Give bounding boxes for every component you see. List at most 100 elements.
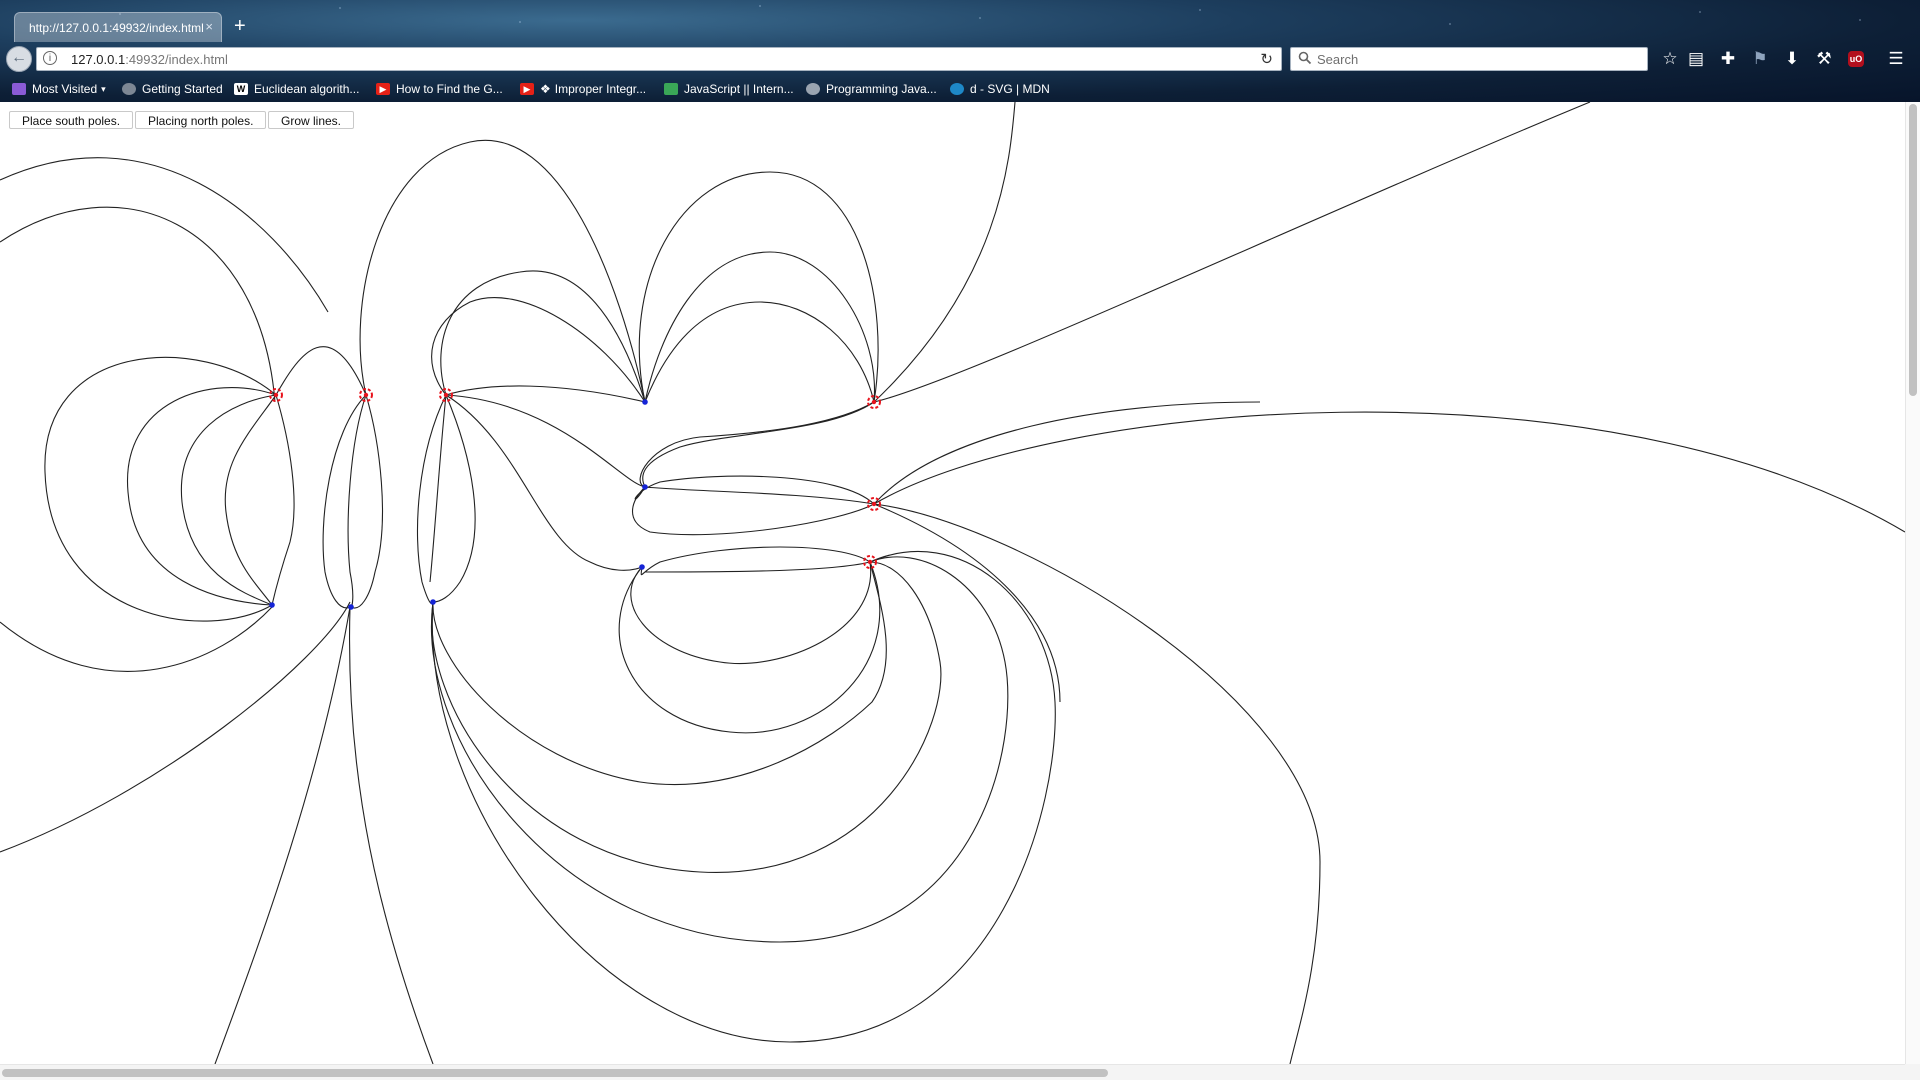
mdn-icon	[950, 83, 964, 95]
field-line	[644, 486, 875, 505]
field-line	[873, 503, 1321, 1064]
bookmark-improper-integr[interactable]: ▶ ❖ Improper Integr...	[520, 80, 646, 98]
bookmark-getting-started[interactable]: Getting Started	[122, 80, 223, 98]
south-pole[interactable]	[639, 564, 645, 570]
field-line	[639, 401, 875, 488]
field-line	[873, 411, 1905, 533]
scrollbar-corner	[1905, 1064, 1920, 1080]
wikipedia-icon: W	[234, 83, 248, 95]
bookmark-javascript[interactable]: JavaScript || Intern...	[664, 80, 794, 98]
browser-chrome: http://127.0.0.1:49932/index.html × + ← …	[0, 0, 1920, 102]
url-host: 127.0.0.1	[71, 52, 126, 67]
south-pole[interactable]	[269, 602, 275, 608]
field-line	[214, 606, 351, 1064]
field-line	[271, 394, 295, 606]
south-pole[interactable]	[430, 599, 436, 605]
vertical-scroll-thumb[interactable]	[1909, 104, 1917, 396]
nav-bar: ← i 127.0.0.1:49932/index.html ↻ Search …	[0, 42, 1920, 76]
url-text: 127.0.0.1:49932/index.html	[71, 52, 228, 67]
field-line	[618, 561, 881, 734]
field-line	[347, 394, 367, 608]
bookmarks-toolbar: Most Visited ▾ Getting Started W Euclidean…	[0, 76, 1920, 100]
field-line	[638, 171, 879, 403]
menu-icon[interactable]: ☰	[1884, 47, 1908, 71]
bookmark-label: Most Visited	[32, 82, 98, 96]
bookmark-euclidean[interactable]: W Euclidean algorith...	[234, 80, 359, 98]
most-visited-icon	[12, 83, 26, 95]
tab-active[interactable]: http://127.0.0.1:49932/index.html ×	[14, 12, 222, 42]
field-line	[416, 394, 447, 605]
download-icon[interactable]: ⬇	[1780, 47, 1804, 71]
back-button[interactable]: ←	[6, 46, 32, 72]
search-placeholder: Search	[1317, 52, 1359, 67]
chevron-down-icon: ▾	[101, 83, 106, 94]
field-line	[445, 394, 646, 488]
new-tab-icon[interactable]: +	[234, 16, 246, 36]
search-bar[interactable]: Search	[1290, 47, 1648, 71]
field-line	[873, 503, 1061, 703]
field-line	[0, 206, 276, 403]
field-line	[275, 346, 367, 396]
reload-icon[interactable]: ↻	[1260, 50, 1273, 68]
field-line	[432, 394, 476, 603]
field-line	[0, 606, 273, 672]
placing-north-poles-button[interactable]: Placing north poles.	[135, 111, 267, 129]
field-line	[644, 251, 876, 403]
field-line	[642, 401, 875, 488]
field-line	[429, 394, 447, 583]
horizontal-scroll-thumb[interactable]	[2, 1069, 1108, 1077]
field-line	[359, 139, 646, 403]
wrench-icon[interactable]: ⚒	[1812, 47, 1836, 71]
tab-close-icon[interactable]: ×	[205, 19, 213, 34]
north-pole[interactable]	[269, 388, 283, 402]
green-icon	[664, 83, 678, 95]
field-line	[632, 486, 875, 536]
field-line	[350, 394, 384, 609]
gear-bookmark-icon	[806, 83, 820, 95]
horizontal-scrollbar[interactable]	[0, 1064, 1905, 1080]
diamond-icon: ❖	[540, 82, 551, 96]
reading-list-icon[interactable]: ▤	[1684, 47, 1708, 71]
field-line	[640, 546, 871, 576]
tab-strip: http://127.0.0.1:49932/index.html × +	[0, 8, 1920, 42]
south-pole[interactable]	[348, 604, 354, 610]
field-line	[630, 561, 872, 664]
place-south-poles-button[interactable]: Place south poles.	[9, 111, 134, 129]
poles	[269, 388, 881, 610]
bookmark-svg-mdn[interactable]: d - SVG | MDN	[950, 80, 1050, 98]
vertical-scrollbar[interactable]	[1905, 102, 1920, 1064]
field-line	[644, 561, 871, 573]
youtube-icon: ▶	[376, 83, 390, 95]
field-line	[873, 401, 1261, 505]
search-icon	[1298, 51, 1312, 65]
bookmark-how-to-find[interactable]: ▶ How to Find the G...	[376, 80, 503, 98]
star-icon[interactable]: ☆	[1658, 47, 1682, 71]
puzzle-icon[interactable]: ✚	[1716, 47, 1740, 71]
url-path: :49932/index.html	[125, 52, 228, 67]
south-pole[interactable]	[642, 484, 648, 490]
field-lines	[0, 102, 1905, 1064]
ublock-icon[interactable]: uO	[1848, 51, 1864, 67]
bookmark-label: Programming Java...	[826, 82, 937, 96]
field-line	[445, 385, 646, 403]
field-line	[224, 394, 277, 606]
bookmark-programming-java[interactable]: Programming Java...	[806, 80, 937, 98]
info-icon[interactable]: i	[43, 51, 57, 65]
magnetic-field-canvas	[0, 102, 1905, 1064]
grow-lines-button[interactable]: Grow lines.	[268, 111, 355, 129]
bookmark-label: JavaScript || Intern...	[684, 82, 794, 96]
south-pole[interactable]	[642, 399, 648, 405]
url-bar[interactable]: i 127.0.0.1:49932/index.html ↻	[36, 47, 1282, 71]
field-line	[0, 157, 329, 313]
back-arrow-icon: ←	[11, 49, 27, 66]
youtube-icon: ▶	[520, 83, 534, 95]
field-line	[431, 556, 1009, 943]
bookmark-most-visited[interactable]: Most Visited ▾	[12, 80, 106, 98]
field-line	[634, 475, 875, 505]
field-line	[127, 387, 277, 606]
flag-icon[interactable]: ⚑	[1748, 47, 1772, 71]
tab-title: http://127.0.0.1:49932/index.html	[29, 21, 204, 35]
field-line	[322, 394, 367, 609]
bookmark-label: How to Find the G...	[396, 82, 503, 96]
field-line	[180, 394, 277, 606]
